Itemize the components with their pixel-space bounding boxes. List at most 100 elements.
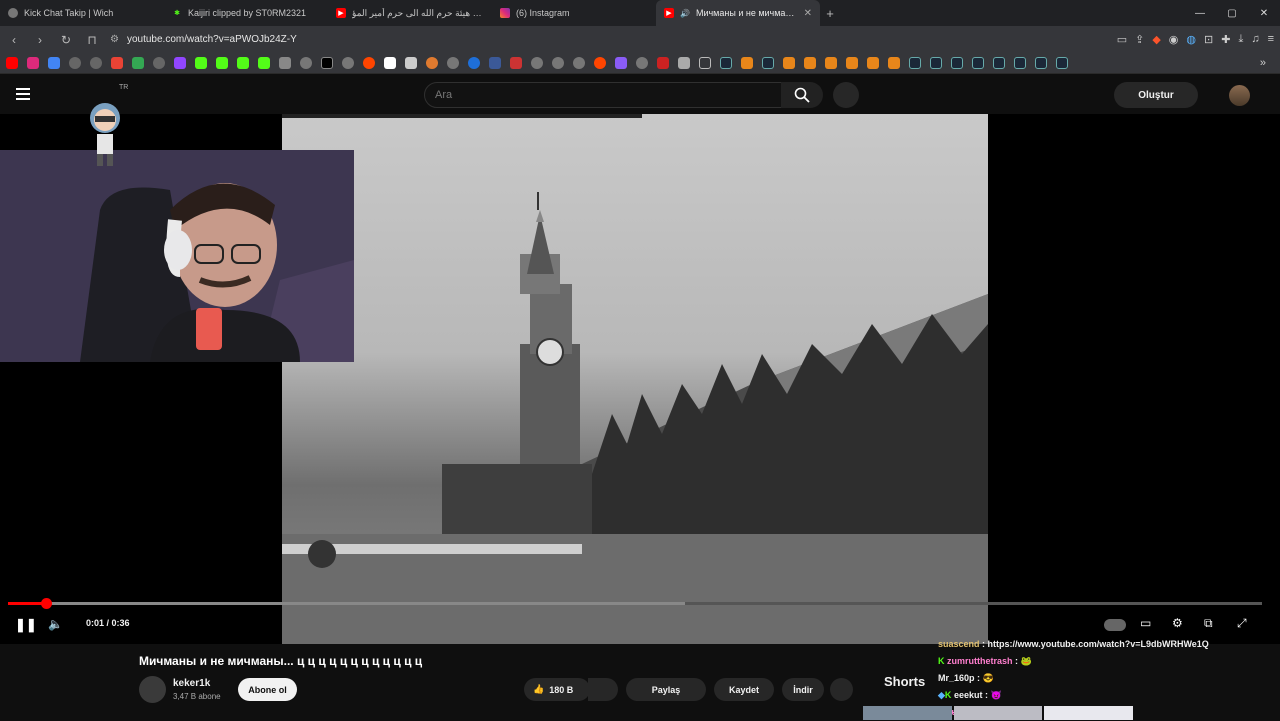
bookmark-site-icon[interactable] — [783, 57, 795, 69]
bookmark-anchor-icon[interactable] — [279, 57, 291, 69]
volume-icon[interactable]: 🔈 — [48, 617, 63, 631]
autoplay-toggle[interactable] — [1104, 619, 1126, 631]
media-icon[interactable]: ♫ — [1251, 33, 1259, 46]
bookmark-steam-icon[interactable] — [1014, 57, 1026, 69]
browser-tab-active[interactable]: ▶ 🔊 Мичманы и не мичманы... ✕ — [656, 0, 820, 26]
reload-icon[interactable]: ↻ — [58, 33, 74, 47]
search-input[interactable]: Ara — [424, 82, 782, 108]
share-icon[interactable]: ⇪ — [1135, 33, 1144, 46]
bookmark-site-icon[interactable] — [342, 57, 354, 69]
create-button[interactable]: Oluştur — [1114, 82, 1198, 108]
shorts-thumbnail[interactable] — [1044, 706, 1134, 720]
bookmark-site-icon[interactable] — [825, 57, 837, 69]
download-icon[interactable]: ⤓ — [1238, 33, 1243, 46]
bookmark-site-icon[interactable] — [678, 57, 690, 69]
bookmark-site-icon[interactable] — [657, 57, 669, 69]
share-button[interactable]: Paylaş — [626, 678, 706, 701]
bookmark-site-icon[interactable] — [489, 57, 501, 69]
url-field[interactable]: ⚙ youtube.com/watch?v=aPWOJb24Z-Y — [110, 34, 1107, 45]
bookmark-icon[interactable]: ⊓ — [84, 33, 100, 47]
bookmark-twitch-icon[interactable] — [174, 57, 186, 69]
bookmarks-overflow-icon[interactable]: » — [1260, 57, 1266, 69]
bookmark-reddit-icon[interactable] — [363, 57, 375, 69]
bookmark-site-icon[interactable] — [636, 57, 648, 69]
bookmark-steam-icon[interactable] — [951, 57, 963, 69]
bookmark-site-icon[interactable] — [615, 57, 627, 69]
shorts-thumbnail[interactable] — [863, 706, 952, 720]
bookmark-site-icon[interactable] — [804, 57, 816, 69]
back-icon[interactable]: ‹ — [6, 33, 22, 47]
bookmark-instagram-icon[interactable] — [27, 57, 39, 69]
pause-icon[interactable]: ❚❚ — [15, 617, 37, 633]
seek-handle[interactable] — [40, 598, 52, 609]
search-button[interactable] — [781, 82, 823, 108]
bookmark-youtube-icon[interactable] — [6, 57, 18, 69]
bookmark-steam-icon[interactable] — [762, 57, 774, 69]
bookmark-site-icon[interactable] — [888, 57, 900, 69]
settings-gear-icon[interactable]: ⚙ — [1172, 616, 1183, 630]
fullscreen-icon[interactable]: ⤢ — [1237, 616, 1247, 631]
bookmark-site-icon[interactable] — [300, 57, 312, 69]
new-tab-button[interactable]: + — [820, 6, 840, 21]
video-player[interactable] — [0, 103, 1280, 644]
bookmark-site-icon[interactable] — [405, 57, 417, 69]
download-button[interactable]: İndir — [782, 678, 824, 701]
bookmark-steam-icon[interactable] — [930, 57, 942, 69]
extension-icon[interactable]: ◍ — [1186, 33, 1196, 46]
channel-name[interactable]: keker1k — [173, 678, 210, 689]
browser-tab[interactable]: (6) Instagram — [492, 0, 656, 26]
browser-tab[interactable]: ✱ Kaijiri clipped by ST0RM2321 — [164, 0, 328, 26]
bookmark-site-icon[interactable] — [510, 57, 522, 69]
bookmark-gmail-icon[interactable] — [111, 57, 123, 69]
bookmark-kick-icon[interactable] — [258, 57, 270, 69]
menu-icon[interactable]: ≡ — [1268, 33, 1274, 46]
brave-shield-icon[interactable]: ◆ — [1152, 33, 1160, 46]
shorts-thumbnail[interactable] — [953, 706, 1043, 720]
minimize-button[interactable]: — — [1184, 8, 1216, 19]
bookmark-site-icon[interactable] — [90, 57, 102, 69]
bookmark-site-icon[interactable] — [447, 57, 459, 69]
close-tab-icon[interactable]: ✕ — [804, 8, 812, 19]
like-button[interactable]: 👍 180 B — [524, 678, 590, 701]
bookmark-translate-icon[interactable] — [48, 57, 60, 69]
subscribe-button[interactable]: Abone ol — [238, 678, 297, 701]
browser-tab[interactable]: Kick Chat Takip | Wich — [0, 0, 164, 26]
extension-icon[interactable]: ⊡ — [1204, 33, 1213, 46]
bookmark-site-icon[interactable] — [426, 57, 438, 69]
bookmark-site-icon[interactable] — [552, 57, 564, 69]
bookmark-site-icon[interactable] — [846, 57, 858, 69]
bookmark-steam-icon[interactable] — [909, 57, 921, 69]
dislike-button[interactable] — [588, 678, 618, 701]
bookmark-play-icon[interactable] — [468, 57, 480, 69]
hamburger-menu-icon[interactable] — [16, 88, 30, 100]
bookmark-steam-icon[interactable] — [720, 57, 732, 69]
bookmark-folder-icon[interactable] — [699, 57, 711, 69]
bookmark-site-icon[interactable] — [153, 57, 165, 69]
more-actions-button[interactable] — [830, 678, 853, 701]
bookmark-site-icon[interactable] — [741, 57, 753, 69]
cast-icon[interactable]: ▭ — [1117, 33, 1127, 46]
bookmark-site-icon[interactable] — [531, 57, 543, 69]
bookmark-drive-icon[interactable] — [132, 57, 144, 69]
subtitles-icon[interactable]: ▭ — [1140, 616, 1151, 630]
close-window-button[interactable]: ✕ — [1248, 8, 1280, 19]
seek-bar[interactable] — [8, 598, 1262, 609]
bookmark-site-icon[interactable] — [867, 57, 879, 69]
browser-tab[interactable]: ▶ دخولية هيئة حرم الله الى حرم أمير المؤ.… — [328, 0, 492, 26]
forward-icon[interactable]: › — [32, 33, 48, 47]
bookmark-steam-icon[interactable] — [972, 57, 984, 69]
bookmark-steam-icon[interactable] — [1056, 57, 1068, 69]
bookmark-x-icon[interactable] — [321, 57, 333, 69]
site-info-icon[interactable]: ⚙ — [110, 34, 119, 45]
channel-avatar[interactable] — [139, 676, 166, 703]
extension-icon[interactable]: ◉ — [1169, 33, 1179, 46]
bookmark-kick-icon[interactable] — [216, 57, 228, 69]
bookmark-site-icon[interactable] — [384, 57, 396, 69]
save-button[interactable]: Kaydet — [714, 678, 774, 701]
miniplayer-icon[interactable]: ⧉ — [1204, 616, 1213, 631]
bookmark-site-icon[interactable] — [69, 57, 81, 69]
bookmark-steam-icon[interactable] — [993, 57, 1005, 69]
bookmark-kick-icon[interactable] — [237, 57, 249, 69]
bookmark-steam-icon[interactable] — [1035, 57, 1047, 69]
account-avatar[interactable] — [1229, 85, 1250, 106]
